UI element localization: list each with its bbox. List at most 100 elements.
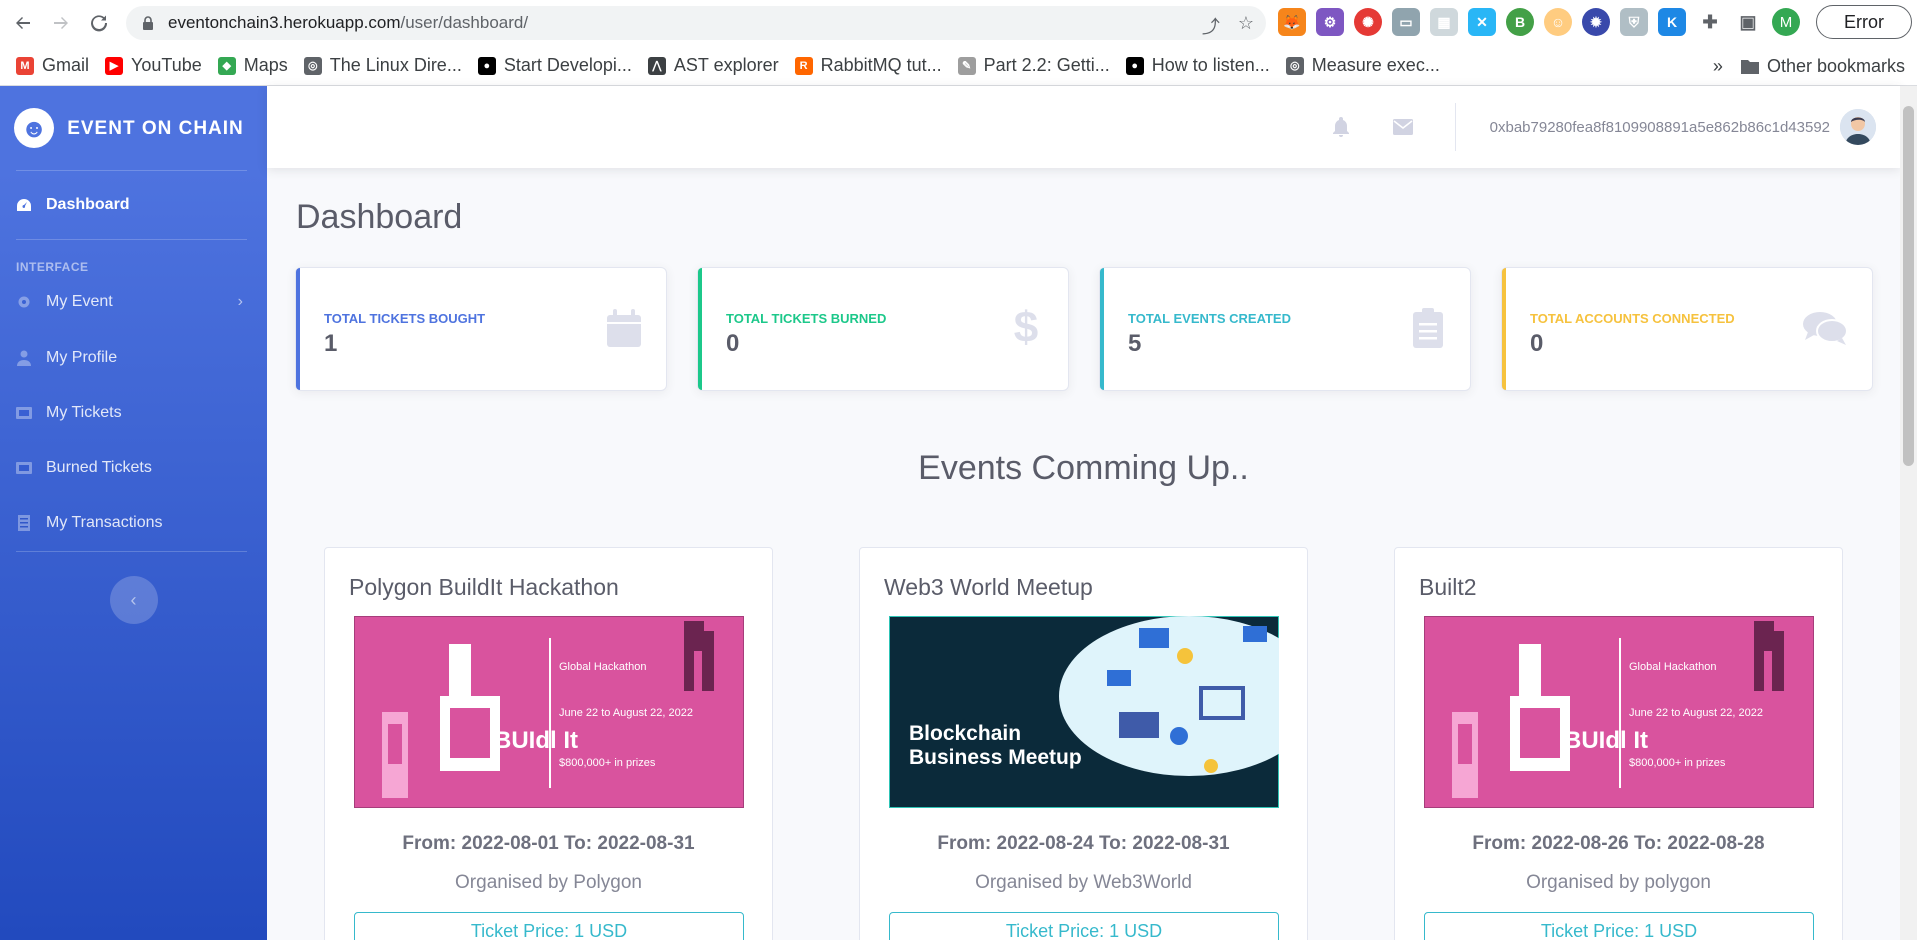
folder-icon <box>1740 60 1759 74</box>
topbar-divider <box>1454 103 1456 151</box>
reload-icon[interactable] <box>84 8 114 38</box>
scrollbar-thumb[interactable] <box>1903 106 1914 466</box>
brand-name: EVENT ON CHAIN <box>67 117 244 139</box>
sidebar-item-label: My Transactions <box>46 514 163 531</box>
bookmark-favicon-icon: ⋀ <box>647 56 666 75</box>
side-panel-icon[interactable]: ▣ <box>1734 8 1762 36</box>
svg-text:Business Meetup: Business Meetup <box>909 746 1082 769</box>
event-card[interactable]: Web3 World Meetup Blockchain Business Me… <box>859 547 1308 940</box>
stat-card-tickets-bought: TOTAL TICKETS BOUGHT 1 <box>295 267 667 391</box>
event-organiser: Organised by polygon <box>1526 872 1711 893</box>
x-extension-icon[interactable]: ✕ <box>1468 8 1496 36</box>
avatar[interactable] <box>1840 109 1876 145</box>
profile-avatar[interactable]: M <box>1772 8 1800 36</box>
bookmark-item[interactable]: M Gmail <box>16 55 89 76</box>
stat-value: 0 <box>1530 330 1544 357</box>
event-card[interactable]: Polygon BuildIt Hackathon BUIdl It Globa… <box>324 547 773 940</box>
calendar-icon <box>606 308 642 348</box>
brand[interactable]: ☻ EVENT ON CHAIN <box>0 86 267 170</box>
shield-icon[interactable]: ⛨ <box>1620 8 1648 36</box>
event-dates: From: 2022-08-24 To: 2022-08-31 <box>937 833 1230 854</box>
metamask-icon[interactable]: 🦊 <box>1278 8 1306 36</box>
bookmark-favicon-icon: ● <box>477 56 496 75</box>
bookmark-label: Maps <box>243 55 288 75</box>
sidebar-item-dashboard[interactable]: Dashboard <box>0 171 267 239</box>
stat-value: 0 <box>726 330 740 357</box>
back-icon[interactable] <box>8 8 38 38</box>
sidebar-item-label: Burned Tickets <box>46 458 152 476</box>
bookmark-item[interactable]: ◆ Maps <box>217 55 288 76</box>
avatar-extension-icon[interactable]: ☺ <box>1544 8 1572 36</box>
page-title: Dashboard <box>296 198 463 236</box>
event-title: Built2 <box>1419 574 1477 600</box>
event-dates: From: 2022-08-01 To: 2022-08-31 <box>402 833 695 854</box>
main-content: Dashboard TOTAL TICKETS BOUGHT 1 TOTAL T… <box>267 168 1900 940</box>
bookmark-item[interactable]: ▶ YouTube <box>105 55 202 76</box>
event-card[interactable]: Built2 BUIdl It Global Hackathon June 22… <box>1394 547 1843 940</box>
bookmark-favicon-icon: ◎ <box>303 56 322 75</box>
stat-accent-bar <box>1502 268 1506 390</box>
extension-icon[interactable]: ⚙ <box>1316 8 1344 36</box>
color-wheel-icon[interactable]: ✺ <box>1354 8 1382 36</box>
bookmark-item[interactable]: R RabbitMQ tut... <box>794 55 942 76</box>
stat-accent-bar <box>296 268 300 390</box>
bookmark-label: How to listen... <box>1151 55 1270 75</box>
sidebar-heading: INTERFACE <box>16 260 89 274</box>
address-bar[interactable]: eventonchain3.herokuapp.com/user/dashboa… <box>126 6 1266 40</box>
b-extension-icon[interactable]: B <box>1506 8 1534 36</box>
lock-icon <box>143 16 153 30</box>
bookmark-label: Start Developi... <box>503 55 632 75</box>
event-organiser: Organised by Polygon <box>455 872 642 893</box>
stat-label: TOTAL EVENTS CREATED <box>1128 311 1291 326</box>
sidebar-item-my-event[interactable]: My Event › <box>0 274 267 330</box>
puzzle-icon[interactable]: ✚ <box>1696 8 1724 36</box>
stat-label: TOTAL ACCOUNTS CONNECTED <box>1530 311 1735 326</box>
svg-text:BUIdl It: BUIdl It <box>1564 727 1648 754</box>
stat-accent-bar <box>698 268 702 390</box>
tachometer-icon <box>16 197 32 213</box>
user-icon <box>16 350 32 366</box>
sidebar-item-my-profile[interactable]: My Profile <box>0 330 267 385</box>
bookmark-favicon-icon: ● <box>1125 56 1144 75</box>
share-icon[interactable]: ⤴ <box>1202 13 1220 39</box>
event-title: Polygon BuildIt Hackathon <box>349 574 619 600</box>
browser-toolbar: eventonchain3.herokuapp.com/user/dashboa… <box>0 0 1917 46</box>
sidebar-item-my-tickets[interactable]: My Tickets <box>0 385 267 440</box>
wallet-address[interactable]: 0xbab79280fea8f8109908891a5e862b86c1d435… <box>1490 119 1830 136</box>
stat-card-events-created: TOTAL EVENTS CREATED 5 <box>1099 267 1471 391</box>
bookmark-item[interactable]: ● How to listen... <box>1125 55 1270 76</box>
k-extension-icon[interactable]: K <box>1658 8 1686 36</box>
sidebar-item-my-transactions[interactable]: My Transactions <box>0 495 267 551</box>
bookmarks-overflow-button[interactable]: » <box>1713 56 1723 77</box>
event-dates: From: 2022-08-26 To: 2022-08-28 <box>1472 833 1765 854</box>
event-banner: BUIdl It Global Hackathon June 22 to Aug… <box>354 616 744 808</box>
bookmark-item[interactable]: ◎ The Linux Dire... <box>303 55 462 76</box>
extension-icon[interactable]: ▦ <box>1430 8 1458 36</box>
clipboard-icon <box>1410 308 1446 348</box>
star-icon[interactable]: ☆ <box>1238 13 1254 39</box>
bookmark-favicon-icon: ◆ <box>217 56 236 75</box>
svg-text:$800,000+ in prizes: $800,000+ in prizes <box>559 757 656 769</box>
ticket-price-button[interactable]: Ticket Price: 1 USD <box>354 912 744 940</box>
ticket-price-button[interactable]: Ticket Price: 1 USD <box>889 912 1279 940</box>
forward-icon[interactable] <box>46 8 76 38</box>
extensions-bar: 🦊 ⚙ ✺ ▭ ▦ ✕ B ☺ ✹ ⛨ K ✚ ▣ M <box>1278 8 1800 36</box>
stat-card-tickets-burned: TOTAL TICKETS BURNED 0 $ <box>697 267 1069 391</box>
topbar: 0xbab79280fea8f8109908891a5e862b86c1d435… <box>267 86 1900 168</box>
sidebar-toggle-button[interactable]: ‹ <box>109 576 158 624</box>
error-button[interactable]: Error <box>1816 5 1912 39</box>
gear-extension-icon[interactable]: ✹ <box>1582 8 1610 36</box>
ticket-price-button[interactable]: Ticket Price: 1 USD <box>1424 912 1814 940</box>
envelope-icon[interactable] <box>1392 117 1413 137</box>
bell-icon[interactable] <box>1331 117 1351 137</box>
page-scrollbar[interactable] <box>1900 86 1917 940</box>
bookmark-label: Gmail <box>42 55 90 75</box>
bookmark-item[interactable]: ✎ Part 2.2: Getti... <box>957 55 1110 76</box>
laptop-icon[interactable]: ▭ <box>1392 8 1420 36</box>
other-bookmarks[interactable]: Other bookmarks <box>1740 56 1905 77</box>
sidebar-item-burned-tickets[interactable]: Burned Tickets <box>0 440 267 495</box>
bookmark-favicon-icon: M <box>16 56 34 75</box>
bookmark-item[interactable]: ● Start Developi... <box>477 55 632 76</box>
bookmark-item[interactable]: ⋀ AST explorer <box>647 55 779 76</box>
bookmark-item[interactable]: ◎ Measure exec... <box>1285 55 1440 76</box>
